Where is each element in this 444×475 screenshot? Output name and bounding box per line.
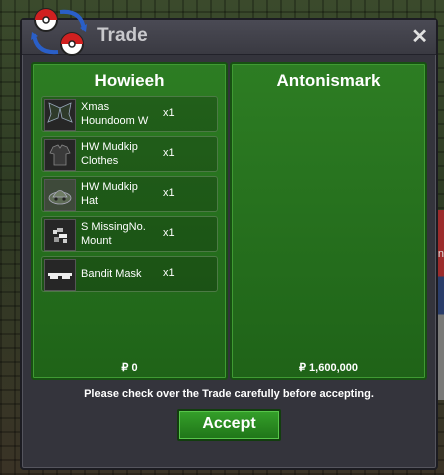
trade-window: Trade ✕ Howieeh Xmas Houndoom W x1 HW Mu…: [20, 8, 438, 470]
item-name: S MissingNo. Mount: [81, 221, 146, 247]
pokeball-logo-icon: [31, 8, 87, 56]
trade-item-slot[interactable]: HW Mudkip Clothes x1: [41, 136, 218, 172]
money-offer-right: ₽ 1,600,000: [299, 362, 358, 374]
trade-item-slot[interactable]: Bandit Mask x1: [41, 256, 218, 292]
trade-item-slot[interactable]: HW Mudkip Hat x1: [41, 176, 218, 212]
offscreen-text-fragment: n: [437, 248, 444, 260]
mask-icon: [44, 259, 76, 291]
mount-icon: [44, 219, 76, 251]
item-quantity: x1: [163, 227, 175, 239]
item-quantity: x1: [163, 107, 175, 119]
player-name-left: Howieeh: [94, 71, 165, 90]
trade-notice: Please check over the Trade carefully be…: [84, 388, 374, 400]
item-quantity: x1: [163, 267, 175, 279]
your-offer-panel: Howieeh Xmas Houndoom W x1 HW Mudkip Clo…: [31, 62, 228, 380]
window-title: Trade: [97, 25, 148, 46]
close-icon[interactable]: ✕: [411, 24, 428, 49]
hat-icon: [44, 179, 76, 211]
partner-offer-panel: Antonismark ₽ 1,600,000: [230, 62, 427, 380]
money-offer-left: ₽ 0: [121, 362, 138, 374]
item-name: Xmas Houndoom W: [81, 101, 149, 127]
accept-button[interactable]: Accept: [177, 409, 281, 441]
clothes-icon: [44, 139, 76, 171]
trade-item-slot[interactable]: Xmas Houndoom W x1: [41, 96, 218, 132]
item-quantity: x1: [163, 147, 175, 159]
offer-item-list-left: Xmas Houndoom W x1 HW Mudkip Clothes x1: [41, 96, 218, 296]
trade-item-slot[interactable]: S MissingNo. Mount x1: [41, 216, 218, 252]
item-name: HW Mudkip Clothes: [81, 141, 138, 167]
item-quantity: x1: [163, 187, 175, 199]
item-name: HW Mudkip Hat: [81, 181, 138, 207]
item-name: Bandit Mask: [81, 268, 142, 280]
player-name-right: Antonismark: [276, 71, 381, 90]
wings-icon: [44, 99, 76, 131]
